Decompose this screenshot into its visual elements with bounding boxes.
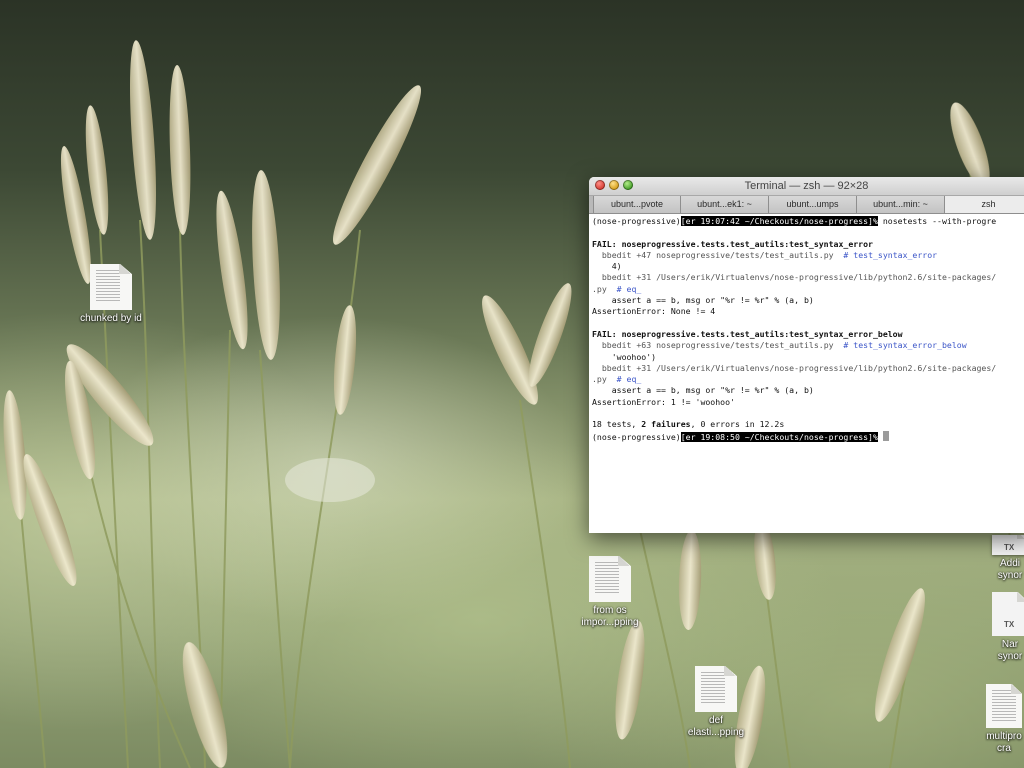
terminal-text: .py <box>592 374 607 385</box>
terminal-line: (nose-progressive)[er 19:07:42 ~/Checkou… <box>592 216 1024 227</box>
desktop-icon-label: chunked by id <box>80 313 142 324</box>
terminal-line: bbedit +31 /Users/erik/Virtualenvs/nose-… <box>592 363 1024 374</box>
terminal-line: FAIL: noseprogressive.tests.test_autils:… <box>592 239 1024 250</box>
document-icon <box>589 556 631 602</box>
tab-ubuntu-min[interactable]: ubunt...min: ~ <box>857 196 945 213</box>
terminal-text: assert a == b, msg or "%r != %r" % (a, b… <box>592 295 814 306</box>
tab-ubuntu-ek1[interactable]: ubunt...ek1: ~ <box>681 196 769 213</box>
terminal-text: , 0 errors in 12.2s <box>690 419 785 430</box>
terminal-text: AssertionError: 1 != 'woohoo' <box>592 396 735 407</box>
terminal-line: bbedit +63 noseprogressive/tests/test_au… <box>592 340 1024 351</box>
desktop-icon-addi-synonyms[interactable]: TX Addi synor <box>980 535 1024 582</box>
terminal-text: bbedit +47 <box>592 249 657 260</box>
terminal-line: bbedit +47 noseprogressive/tests/test_au… <box>592 250 1024 261</box>
desktop-icon-chunked-by-id[interactable]: chunked by id <box>66 264 156 325</box>
terminal-text: # eq_ <box>606 283 642 294</box>
terminal-text: 18 tests, <box>592 419 642 430</box>
window-titlebar[interactable]: Terminal — zsh — 92×28 <box>589 177 1024 196</box>
desktop-icon-label: from os impor...pping <box>581 605 639 628</box>
desktop-icon-label: multipro cra <box>986 731 1022 754</box>
terminal-text: bbedit +31 <box>592 272 657 283</box>
text-file-icon: TX <box>992 592 1024 636</box>
terminal-line: 'woohoo') <box>592 352 1024 363</box>
tab-zsh[interactable]: zsh <box>945 196 1024 213</box>
desktop-icon-def-elastic-mapping[interactable]: def elasti...pping <box>671 666 761 739</box>
terminal-line: bbedit +31 /Users/erik/Virtualenvs/nose-… <box>592 272 1024 283</box>
terminal-text: noseprogressive/tests/test_autils.py <box>656 249 834 260</box>
terminal-text: FAIL: noseprogressive.tests.test_autils:… <box>592 328 903 339</box>
terminal-text: 2 failures <box>641 419 691 430</box>
terminal-text: .py <box>592 283 607 294</box>
terminal-text: # test_syntax_error_below <box>833 340 967 351</box>
terminal-line: 4) <box>592 261 1024 272</box>
text-file-icon: TX <box>992 535 1024 555</box>
desktop-icon-label: Addi synor <box>997 558 1023 581</box>
terminal-text: /Users/erik/Virtualenvs/nose-progressive… <box>656 272 997 283</box>
terminal-line: assert a == b, msg or "%r != %r" % (a, b… <box>592 295 1024 306</box>
terminal-text: assert a == b, msg or "%r != %r" % (a, b… <box>592 385 814 396</box>
terminal-text: (nose-progressive) <box>592 431 681 442</box>
terminal-text: nosetests --with-progre <box>877 216 997 226</box>
desktop-icon-from-os-import-mapping[interactable]: from os impor...pping <box>565 556 655 629</box>
terminal-text: (nose-progressive) <box>592 216 681 226</box>
desktop[interactable]: chunked by id from os impor...pping def … <box>0 0 1024 768</box>
terminal-text: bbedit +31 <box>592 362 657 373</box>
terminal-text: 'woohoo') <box>592 351 657 362</box>
terminal-line: AssertionError: None != 4 <box>592 306 1024 317</box>
tab-ubuntu-umps[interactable]: ubunt...umps <box>769 196 857 213</box>
tab-ubuntu-pvote[interactable]: ubunt...pvote <box>593 196 681 213</box>
document-icon <box>695 666 737 712</box>
terminal-text: # test_syntax_error <box>833 249 938 260</box>
terminal-line: AssertionError: 1 != 'woohoo' <box>592 397 1024 408</box>
terminal-window[interactable]: Terminal — zsh — 92×28 ubunt...pvote ubu… <box>589 177 1024 533</box>
text-cursor <box>882 430 889 441</box>
terminal-line: assert a == b, msg or "%r != %r" % (a, b… <box>592 385 1024 396</box>
terminal-text: AssertionError: None != 4 <box>592 306 716 317</box>
desktop-icon-multiprocessing-crawl[interactable]: multipro cra <box>974 684 1024 755</box>
terminal-line: (nose-progressive)[er 19:08:50 ~/Checkou… <box>592 430 1024 442</box>
terminal-text: # eq_ <box>606 374 642 385</box>
tab-bar: ubunt...pvote ubunt...ek1: ~ ubunt...ump… <box>589 196 1024 214</box>
desktop-icon-label: Nar synor <box>997 639 1023 662</box>
terminal-text: /Users/erik/Virtualenvs/nose-progressive… <box>656 362 997 373</box>
prompt-highlight: [er 19:07:42 ~/Checkouts/nose-progress]% <box>680 216 878 226</box>
document-icon <box>90 264 132 310</box>
terminal-line: .py # eq_ <box>592 374 1024 385</box>
prompt-highlight: [er 19:08:50 ~/Checkouts/nose-progress]% <box>680 431 878 442</box>
document-icon <box>986 684 1022 728</box>
desktop-icon-nar-synonyms[interactable]: TX Nar synor <box>980 592 1024 663</box>
terminal-text: FAIL: noseprogressive.tests.test_autils:… <box>592 238 873 249</box>
terminal-line: 18 tests, 2 failures, 0 errors in 12.2s <box>592 419 1024 430</box>
desktop-icon-label: def elasti...pping <box>687 715 745 738</box>
terminal-line: .py # eq_ <box>592 284 1024 295</box>
window-title: Terminal — zsh — 92×28 <box>744 180 869 192</box>
terminal-line: FAIL: noseprogressive.tests.test_autils:… <box>592 329 1024 340</box>
terminal-text: bbedit +63 <box>592 340 657 351</box>
terminal-text: noseprogressive/tests/test_autils.py <box>656 340 834 351</box>
terminal-text: 4) <box>592 261 622 272</box>
terminal-output[interactable]: (nose-progressive)[er 19:07:42 ~/Checkou… <box>589 214 1024 442</box>
